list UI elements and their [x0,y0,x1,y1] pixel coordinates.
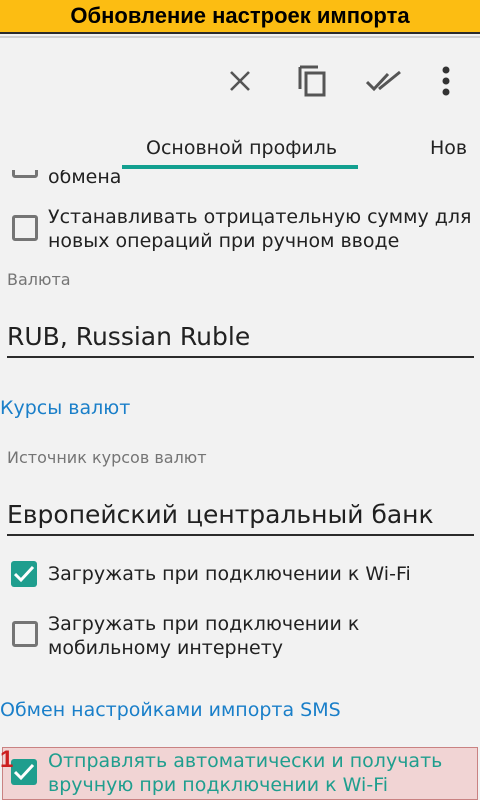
tab-main-profile[interactable]: Основной профиль [146,124,337,170]
checkbox-partial[interactable] [12,170,38,178]
currency-hint: Валюта [7,270,71,289]
check-icon [14,565,34,583]
rates-source-underline [7,534,474,536]
tab-indicator [122,165,358,169]
negative-sum-label: Устанавливать отрицательную сумму для но… [48,206,472,252]
checkbox-wifi-download[interactable] [11,561,37,587]
close-button[interactable] [212,38,268,124]
close-icon [230,71,250,91]
check-icon [14,763,34,781]
done-all-icon [366,70,401,92]
currency-underline [7,356,474,358]
partial-item-label: обмена [48,170,122,188]
tab-bar: Основной профиль Нов [0,124,480,170]
auto-send-label: Отправлять автоматически и получать вруч… [48,750,443,796]
annotation-number: 1 [0,746,14,773]
copy-icon [298,65,326,97]
apply-button[interactable] [356,38,412,124]
rates-source-field[interactable]: Европейский центральный банк [7,500,434,529]
more-options-button[interactable] [418,38,474,124]
settings-list[interactable]: обмена Устанавливать отрицательную сумму… [0,170,480,800]
sms-settings-exchange-link[interactable]: Обмен настройками импорта SMS [0,699,341,721]
rates-source-hint: Источник курсов валют [7,448,207,467]
checkbox-mobile-download[interactable] [12,621,38,647]
checkbox-negative-sum[interactable] [12,215,38,241]
currency-rates-link[interactable]: Курсы валют [0,397,130,419]
banner-title: Обновление настроек импорта [0,0,480,34]
copy-button[interactable] [284,38,340,124]
wifi-download-label: Загружать при подключении к Wi-Fi [48,563,411,585]
currency-field[interactable]: RUB, Russian Ruble [7,322,250,351]
checkbox-auto-send[interactable] [11,759,37,785]
tab-new[interactable]: Нов [430,124,467,170]
toolbar [0,38,480,124]
mobile-download-label: Загружать при подключении к мобильному и… [48,613,360,659]
more-vert-icon [442,66,450,96]
